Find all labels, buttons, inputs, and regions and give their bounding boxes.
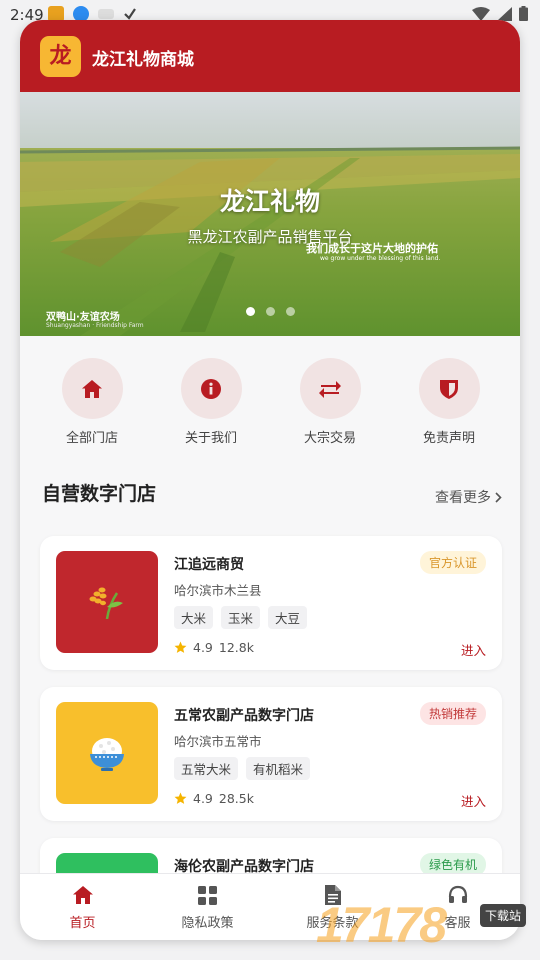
tab-label: 隐私政策 <box>181 916 234 931</box>
watermark-logo: 17178 <box>316 897 447 953</box>
grain-icon <box>89 587 123 619</box>
store-thumbnail <box>56 551 158 653</box>
quick-nav: 全部门店 关于我们 大宗交易 免责声明 <box>20 336 520 466</box>
star-icon <box>174 792 187 804</box>
store-location: 哈尔滨市木兰县 <box>174 583 262 598</box>
store-thumbnail <box>56 702 158 804</box>
store-badge: 热销推荐 <box>419 702 486 725</box>
store-sales: 28.5k <box>218 791 254 806</box>
app-title: 龙江礼物商城 <box>92 50 194 70</box>
store-rating: 4.9 12.8k <box>174 640 254 655</box>
carousel-dot[interactable] <box>246 307 255 316</box>
headset-icon <box>448 885 467 903</box>
store-tag: 玉米 <box>221 606 261 629</box>
quick-nav-all-stores[interactable]: 全部门店 <box>42 358 142 446</box>
check-icon <box>124 8 136 20</box>
banner-carousel[interactable]: 龙江礼物 黑龙江农副产品销售平台 我们成长于这片大地的护佑 we grow un… <box>20 92 520 336</box>
tab-privacy[interactable]: 隐私政策 <box>145 884 270 931</box>
watermark-badge: 下载站 <box>480 904 527 927</box>
signal-icon <box>497 6 512 21</box>
store-tag: 大米 <box>174 606 214 629</box>
store-location: 哈尔滨市五常市 <box>174 734 262 749</box>
store-tag: 有机稻米 <box>246 757 311 780</box>
view-more-link[interactable]: 查看更多 <box>435 487 502 507</box>
app-header: 龙 龙江礼物商城 <box>20 20 520 92</box>
app-notification-icon <box>98 9 114 19</box>
tab-home[interactable]: 首页 <box>20 884 145 931</box>
store-name: 五常农副产品数字门店 <box>174 708 314 724</box>
home-icon <box>72 886 93 904</box>
quick-nav-label: 大宗交易 <box>303 431 356 446</box>
store-enter-link[interactable]: 进入 <box>461 791 486 810</box>
store-sales: 12.8k <box>218 640 254 655</box>
quick-nav-circle <box>180 358 242 419</box>
banner-subtitle: 黑龙江农副产品销售平台 <box>187 228 353 246</box>
banner-farm-label-en: Shuangyashan · Friendship Farm <box>46 322 144 329</box>
store-tags: 大米 玉米 大豆 <box>174 606 308 629</box>
tab-label: 首页 <box>69 916 96 931</box>
quick-nav-label: 免责声明 <box>422 431 475 446</box>
store-badge: 官方认证 <box>419 551 486 574</box>
app-window: 龙 龙江礼物商城 龙江礼物 黑龙江农副产品销售平台 我们成长于这片大地的护佑 w… <box>20 20 520 940</box>
banner-title: 龙江礼物 <box>219 187 320 216</box>
quick-nav-circle <box>61 358 123 419</box>
store-card[interactable]: 五常农副产品数字门店 热销推荐 哈尔滨市五常市 五常大米 有机稻米 4.9 28… <box>40 687 502 821</box>
store-rating: 4.9 28.5k <box>174 791 254 806</box>
quick-nav-label: 全部门店 <box>65 431 118 446</box>
chevron-right-icon <box>495 491 502 503</box>
home-icon <box>82 379 102 398</box>
store-rating-value: 4.9 <box>193 791 213 806</box>
quick-nav-about[interactable]: 关于我们 <box>161 358 261 446</box>
store-rating-value: 4.9 <box>193 640 213 655</box>
info-icon <box>201 378 221 399</box>
store-name: 江追远商贸 <box>174 557 244 573</box>
quick-nav-bulk-trade[interactable]: 大宗交易 <box>280 358 380 446</box>
store-card[interactable]: 江追远商贸 官方认证 哈尔滨市木兰县 大米 玉米 大豆 4.9 12.8k 进入 <box>40 536 502 670</box>
grid-icon <box>198 885 217 905</box>
exchange-icon <box>319 380 341 398</box>
store-enter-link[interactable]: 进入 <box>461 640 486 659</box>
store-tag: 五常大米 <box>174 757 239 780</box>
star-icon <box>174 641 187 653</box>
wifi-icon <box>472 6 490 21</box>
battery-icon <box>519 6 528 21</box>
store-tags: 五常大米 有机稻米 <box>174 757 311 780</box>
quick-nav-circle <box>418 358 480 419</box>
rice-bowl-icon <box>90 738 124 771</box>
banner-slogan: 我们成长于这片大地的护佑 <box>306 242 438 255</box>
view-more-label: 查看更多 <box>435 490 491 506</box>
quick-nav-label: 关于我们 <box>184 431 237 446</box>
shield-icon <box>440 380 458 399</box>
section-title: 自营数字门店 <box>42 483 157 505</box>
quick-nav-disclaimer[interactable]: 免责声明 <box>399 358 499 446</box>
carousel-dot[interactable] <box>266 307 275 316</box>
banner-farm-label: 双鸭山·友谊农场 <box>46 312 120 323</box>
store-tag: 大豆 <box>268 606 308 629</box>
carousel-dot[interactable] <box>286 307 295 316</box>
quick-nav-circle <box>299 358 361 419</box>
app-logo: 龙 <box>40 36 81 77</box>
banner-slogan-en: we grow under the blessing of this land. <box>320 255 441 262</box>
carousel-indicators <box>246 307 295 316</box>
